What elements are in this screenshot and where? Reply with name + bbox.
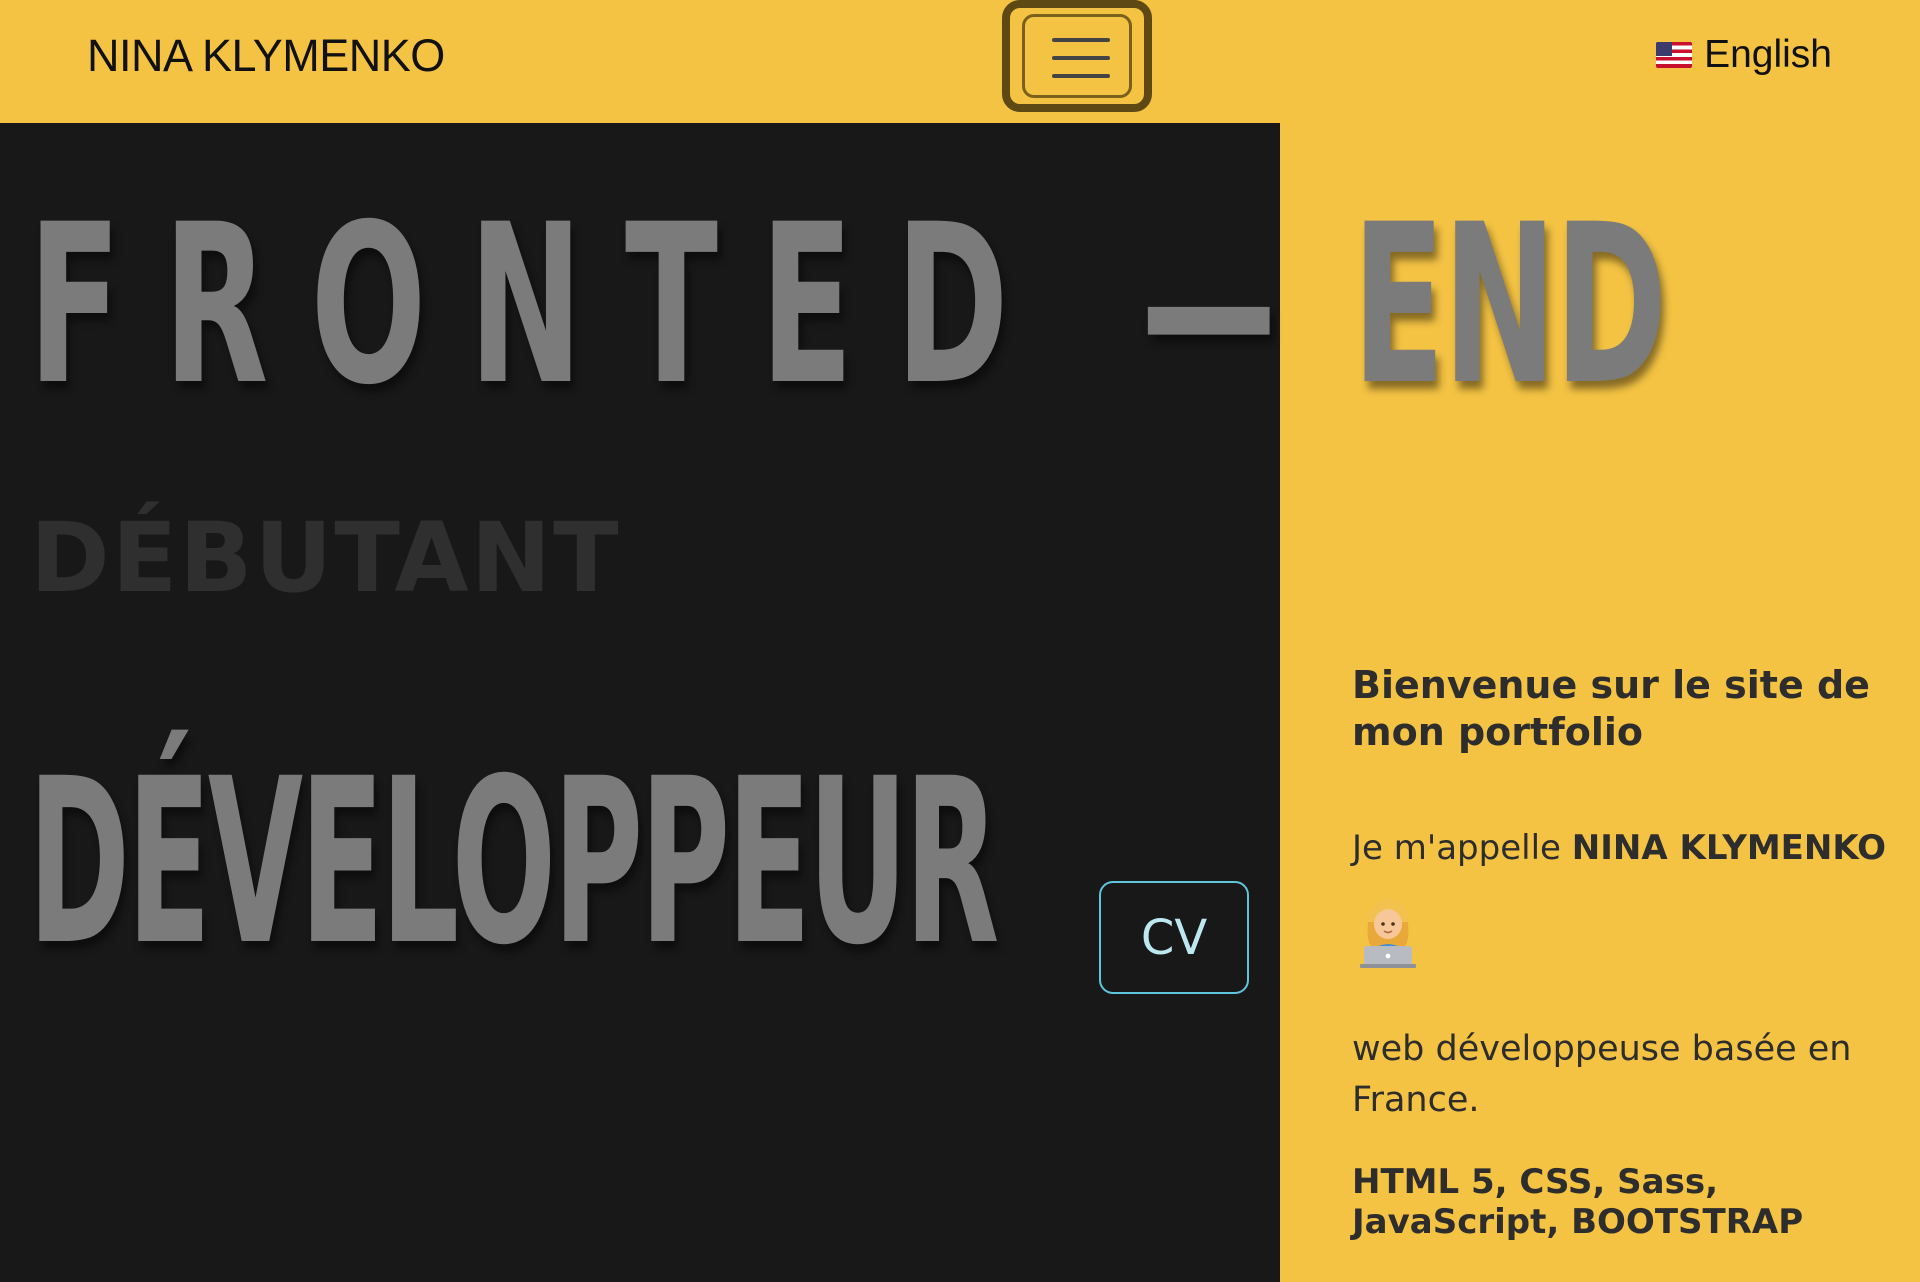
owner-name: NINA KLYMENKO [1571,828,1887,868]
language-label: English [1704,33,1832,76]
description-text: web développeuse basée en France. [1352,1029,1852,1120]
welcome-heading: Bienvenue sur le site de mon portfolio [1352,663,1870,754]
language-switcher[interactable]: English [1656,33,1832,77]
hero-title-developpeur: DÉVELOPPEUR [28,729,999,995]
name-line: Je m'appelle NINA KLYMENKO [1352,828,1886,868]
hero-subtitle: DÉBUTANT [30,502,621,614]
hero-title-end: END [1352,177,1668,433]
cv-button[interactable]: CV [1099,881,1249,994]
us-flag-icon [1656,42,1693,68]
skills-text: HTML 5, CSS, Sass, JavaScript, BOOTSTRAP [1352,1162,1804,1242]
hero-title-fronted: FRONTED — [28,177,1320,433]
brand-link[interactable]: NINA KLYMENKO [87,30,445,82]
navbar-toggler-button[interactable] [1002,0,1152,112]
woman-technologist-icon [1360,899,1416,968]
intro-section: Bienvenue sur le site de mon portfolio J… [1352,662,1892,1242]
navbar: NINA KLYMENKO English [0,0,1920,123]
name-prefix: Je m'appelle [1352,828,1572,868]
page: NINA KLYMENKO English FRONTED — END DÉBU… [0,0,1920,1282]
